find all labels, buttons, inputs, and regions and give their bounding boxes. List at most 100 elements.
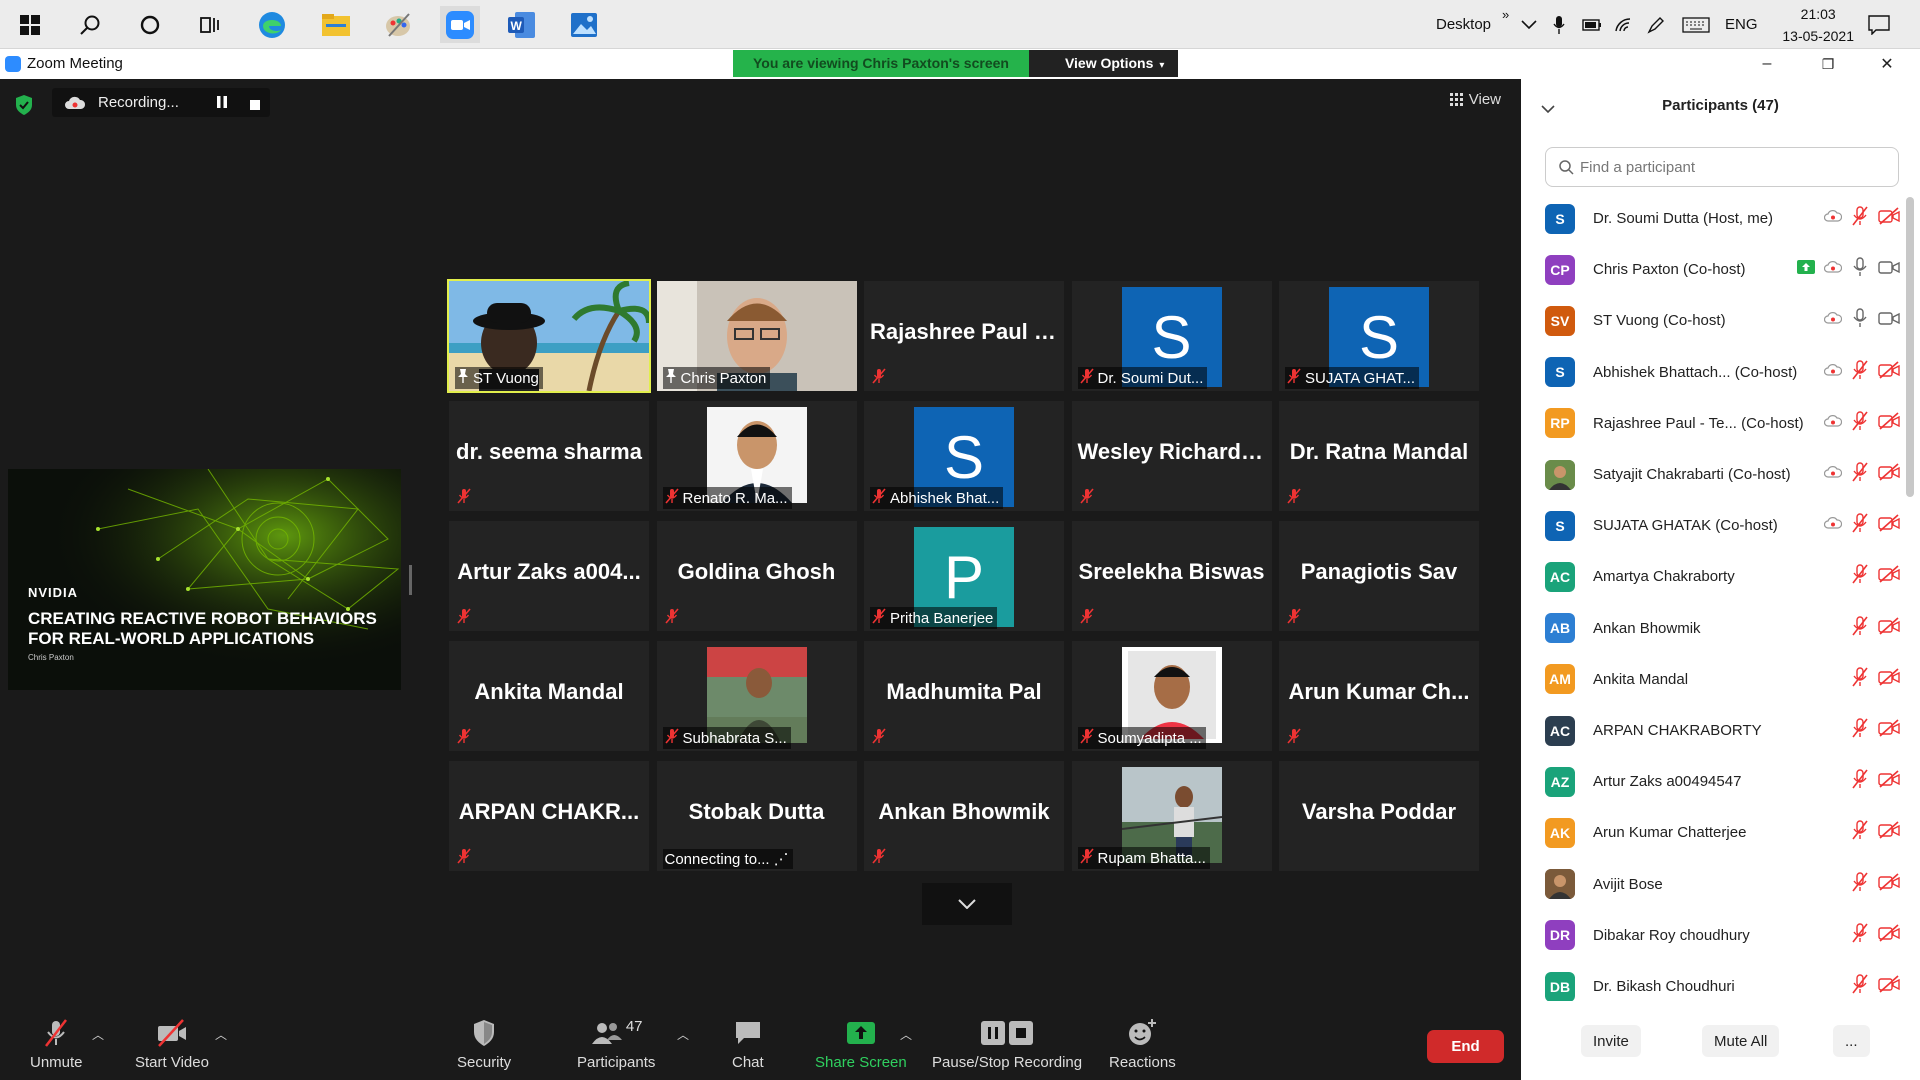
participant-tile[interactable]: Dr. Ratna Mandal [1279,401,1479,511]
participant-row[interactable]: DR Dibakar Roy choudhury [1521,910,1906,961]
word-app-icon[interactable]: W [502,6,542,43]
participant-tile[interactable]: Stobak Dutta Connecting to... ⋰ [656,761,857,871]
stop-recording-icon[interactable] [250,97,260,114]
participant-tile[interactable]: Panagiotis Sav [1279,521,1479,631]
invite-button[interactable]: Invite [1581,1025,1641,1057]
mute-all-button[interactable]: Mute All [1702,1025,1780,1057]
participant-tile[interactable]: Rupam Bhatta... [1071,761,1272,871]
language-indicator[interactable]: ENG [1725,0,1758,49]
splitter-handle[interactable] [409,565,412,595]
participant-row[interactable]: AZ Artur Zaks a00494547 [1521,756,1906,807]
video-off-icon [1878,872,1900,896]
participant-tile[interactable]: ST Vuong [447,279,651,393]
photos-app-icon[interactable] [564,6,604,43]
participant-row[interactable]: AM Ankita Mandal [1521,654,1906,705]
toolbar-overflow-icon[interactable]: » [1502,0,1509,39]
participant-tile[interactable]: dr. seema sharma [449,401,649,511]
audio-options-chevron-icon[interactable]: ︿ [92,1026,104,1043]
windows-start-icon[interactable] [10,6,50,43]
cortana-icon[interactable] [130,6,170,43]
participant-row[interactable]: Avijit Bose [1521,859,1906,910]
system-clock[interactable]: 21:03 13-05-2021 [1782,3,1854,47]
participant-tile[interactable]: Arun Kumar Ch... [1279,641,1479,751]
security-button[interactable]: Security [457,1018,511,1071]
participant-tile[interactable]: ARPAN CHAKR... [449,761,649,871]
participant-tile[interactable]: S Dr. Soumi Dut... [1071,281,1272,391]
minimize-button[interactable]: – [1744,49,1790,79]
notifications-icon[interactable] [1868,0,1890,49]
more-options-button[interactable]: ... [1833,1025,1870,1057]
participant-tile[interactable]: Wesley Richards... [1071,401,1272,511]
windows-taskbar: W Desktop » ENG 21:03 13-05-2021 [0,0,1920,49]
participant-row[interactable]: DB Dr. Bikash Choudhuri [1521,961,1906,1001]
participant-tile[interactable]: Chris Paxton [656,281,857,391]
gallery-next-page-button[interactable] [922,883,1012,925]
participant-tile[interactable]: Artur Zaks a004... [449,521,649,631]
participants-button[interactable]: 47 Participants [577,1018,655,1071]
participant-row[interactable]: AC Amartya Chakraborty [1521,551,1906,602]
show-hidden-icons-chevron-icon[interactable] [1521,0,1537,49]
share-screen-button[interactable]: Share Screen [815,1018,907,1071]
pen-icon[interactable] [1646,0,1666,49]
participant-tile[interactable]: Madhumita Pal [864,641,1064,751]
participant-tile[interactable]: Sreelekha Biswas [1071,521,1272,631]
participant-row[interactable]: S Abhishek Bhattach... (Co-host) [1521,347,1906,398]
participant-name-label: Renato R. Ma... [682,489,788,507]
wifi-icon[interactable] [1614,0,1634,49]
participant-row[interactable]: SV ST Vuong (Co-host) [1521,295,1906,346]
participant-tile[interactable]: S Abhishek Bhat... [864,401,1064,511]
paint-icon[interactable] [378,6,418,43]
participant-tile[interactable]: S SUJATA GHAT... [1279,281,1479,391]
participant-tile[interactable]: Ankan Bhowmik [864,761,1064,871]
participants-list-scrollbar[interactable] [1906,197,1914,497]
zoom-app-icon[interactable] [440,6,480,43]
restore-button[interactable]: ❐ [1805,49,1851,79]
participant-row[interactable]: S Dr. Soumi Dutta (Host, me) [1521,193,1906,244]
participant-avatar: DR [1545,920,1575,951]
start-video-button[interactable]: Start Video [135,1018,209,1071]
desktop-toolbar-label[interactable]: Desktop [1436,0,1491,49]
shared-screen-thumbnail[interactable]: NVIDIA CREATING REACTIVE ROBOT BEHAVIORS… [8,469,401,690]
mic-muted-icon [872,608,886,628]
file-explorer-icon[interactable] [316,6,356,43]
participant-tile[interactable]: Subhabrata S... [656,641,857,751]
view-layout-button[interactable]: View [1449,91,1501,108]
participant-tile[interactable]: Varsha Poddar [1279,761,1479,871]
share-options-chevron-icon[interactable]: ︿ [900,1026,912,1043]
participant-row[interactable]: AC ARPAN CHAKRABORTY [1521,705,1906,756]
participant-caption [870,847,890,869]
battery-icon[interactable] [1582,0,1602,49]
unmute-button[interactable]: Unmute [30,1018,83,1071]
reactions-button[interactable]: Reactions [1109,1018,1176,1071]
participant-tile[interactable]: Rajashree Paul -... [864,281,1064,391]
video-options-chevron-icon[interactable]: ︿ [215,1026,227,1043]
participants-options-chevron-icon[interactable]: ︿ [677,1026,689,1043]
search-icon[interactable] [70,6,110,43]
search-input[interactable] [1580,158,1880,176]
participant-row[interactable]: RP Rajashree Paul - Te... (Co-host) [1521,398,1906,449]
participant-tile[interactable]: Ankita Mandal [449,641,649,751]
participant-row[interactable]: Satyajit Chakrabarti (Co-host) [1521,449,1906,500]
edge-browser-icon[interactable] [252,6,292,43]
microphone-tray-icon[interactable] [1553,0,1565,49]
pause-stop-recording-button[interactable]: Pause/Stop Recording [932,1018,1082,1071]
task-view-icon[interactable] [190,6,230,43]
view-options-button[interactable]: View Options ▾ [1028,50,1179,77]
pause-recording-icon[interactable] [216,95,228,113]
participant-row[interactable]: AB Ankan Bhowmik [1521,603,1906,654]
close-button[interactable]: ✕ [1864,49,1910,79]
touch-keyboard-icon[interactable] [1682,0,1710,49]
participant-tile[interactable]: Goldina Ghosh [656,521,857,631]
encryption-shield-icon[interactable] [14,94,34,121]
participant-caption: Subhabrata S... [662,727,791,749]
find-participant-search[interactable] [1545,147,1899,187]
participant-row[interactable]: S SUJATA GHATAK (Co-host) [1521,500,1906,551]
participant-tile[interactable]: Renato R. Ma... [656,401,857,511]
chat-button[interactable]: Chat [732,1018,764,1071]
participant-tile[interactable]: P Pritha Banerjee [864,521,1064,631]
participant-row[interactable]: AK Arun Kumar Chatterjee [1521,807,1906,858]
participants-count: 47 [625,1018,643,1035]
participant-tile[interactable]: Soumyadipta ... [1071,641,1272,751]
end-meeting-button[interactable]: End [1427,1030,1504,1063]
participant-row[interactable]: CP Chris Paxton (Co-host) [1521,244,1906,295]
